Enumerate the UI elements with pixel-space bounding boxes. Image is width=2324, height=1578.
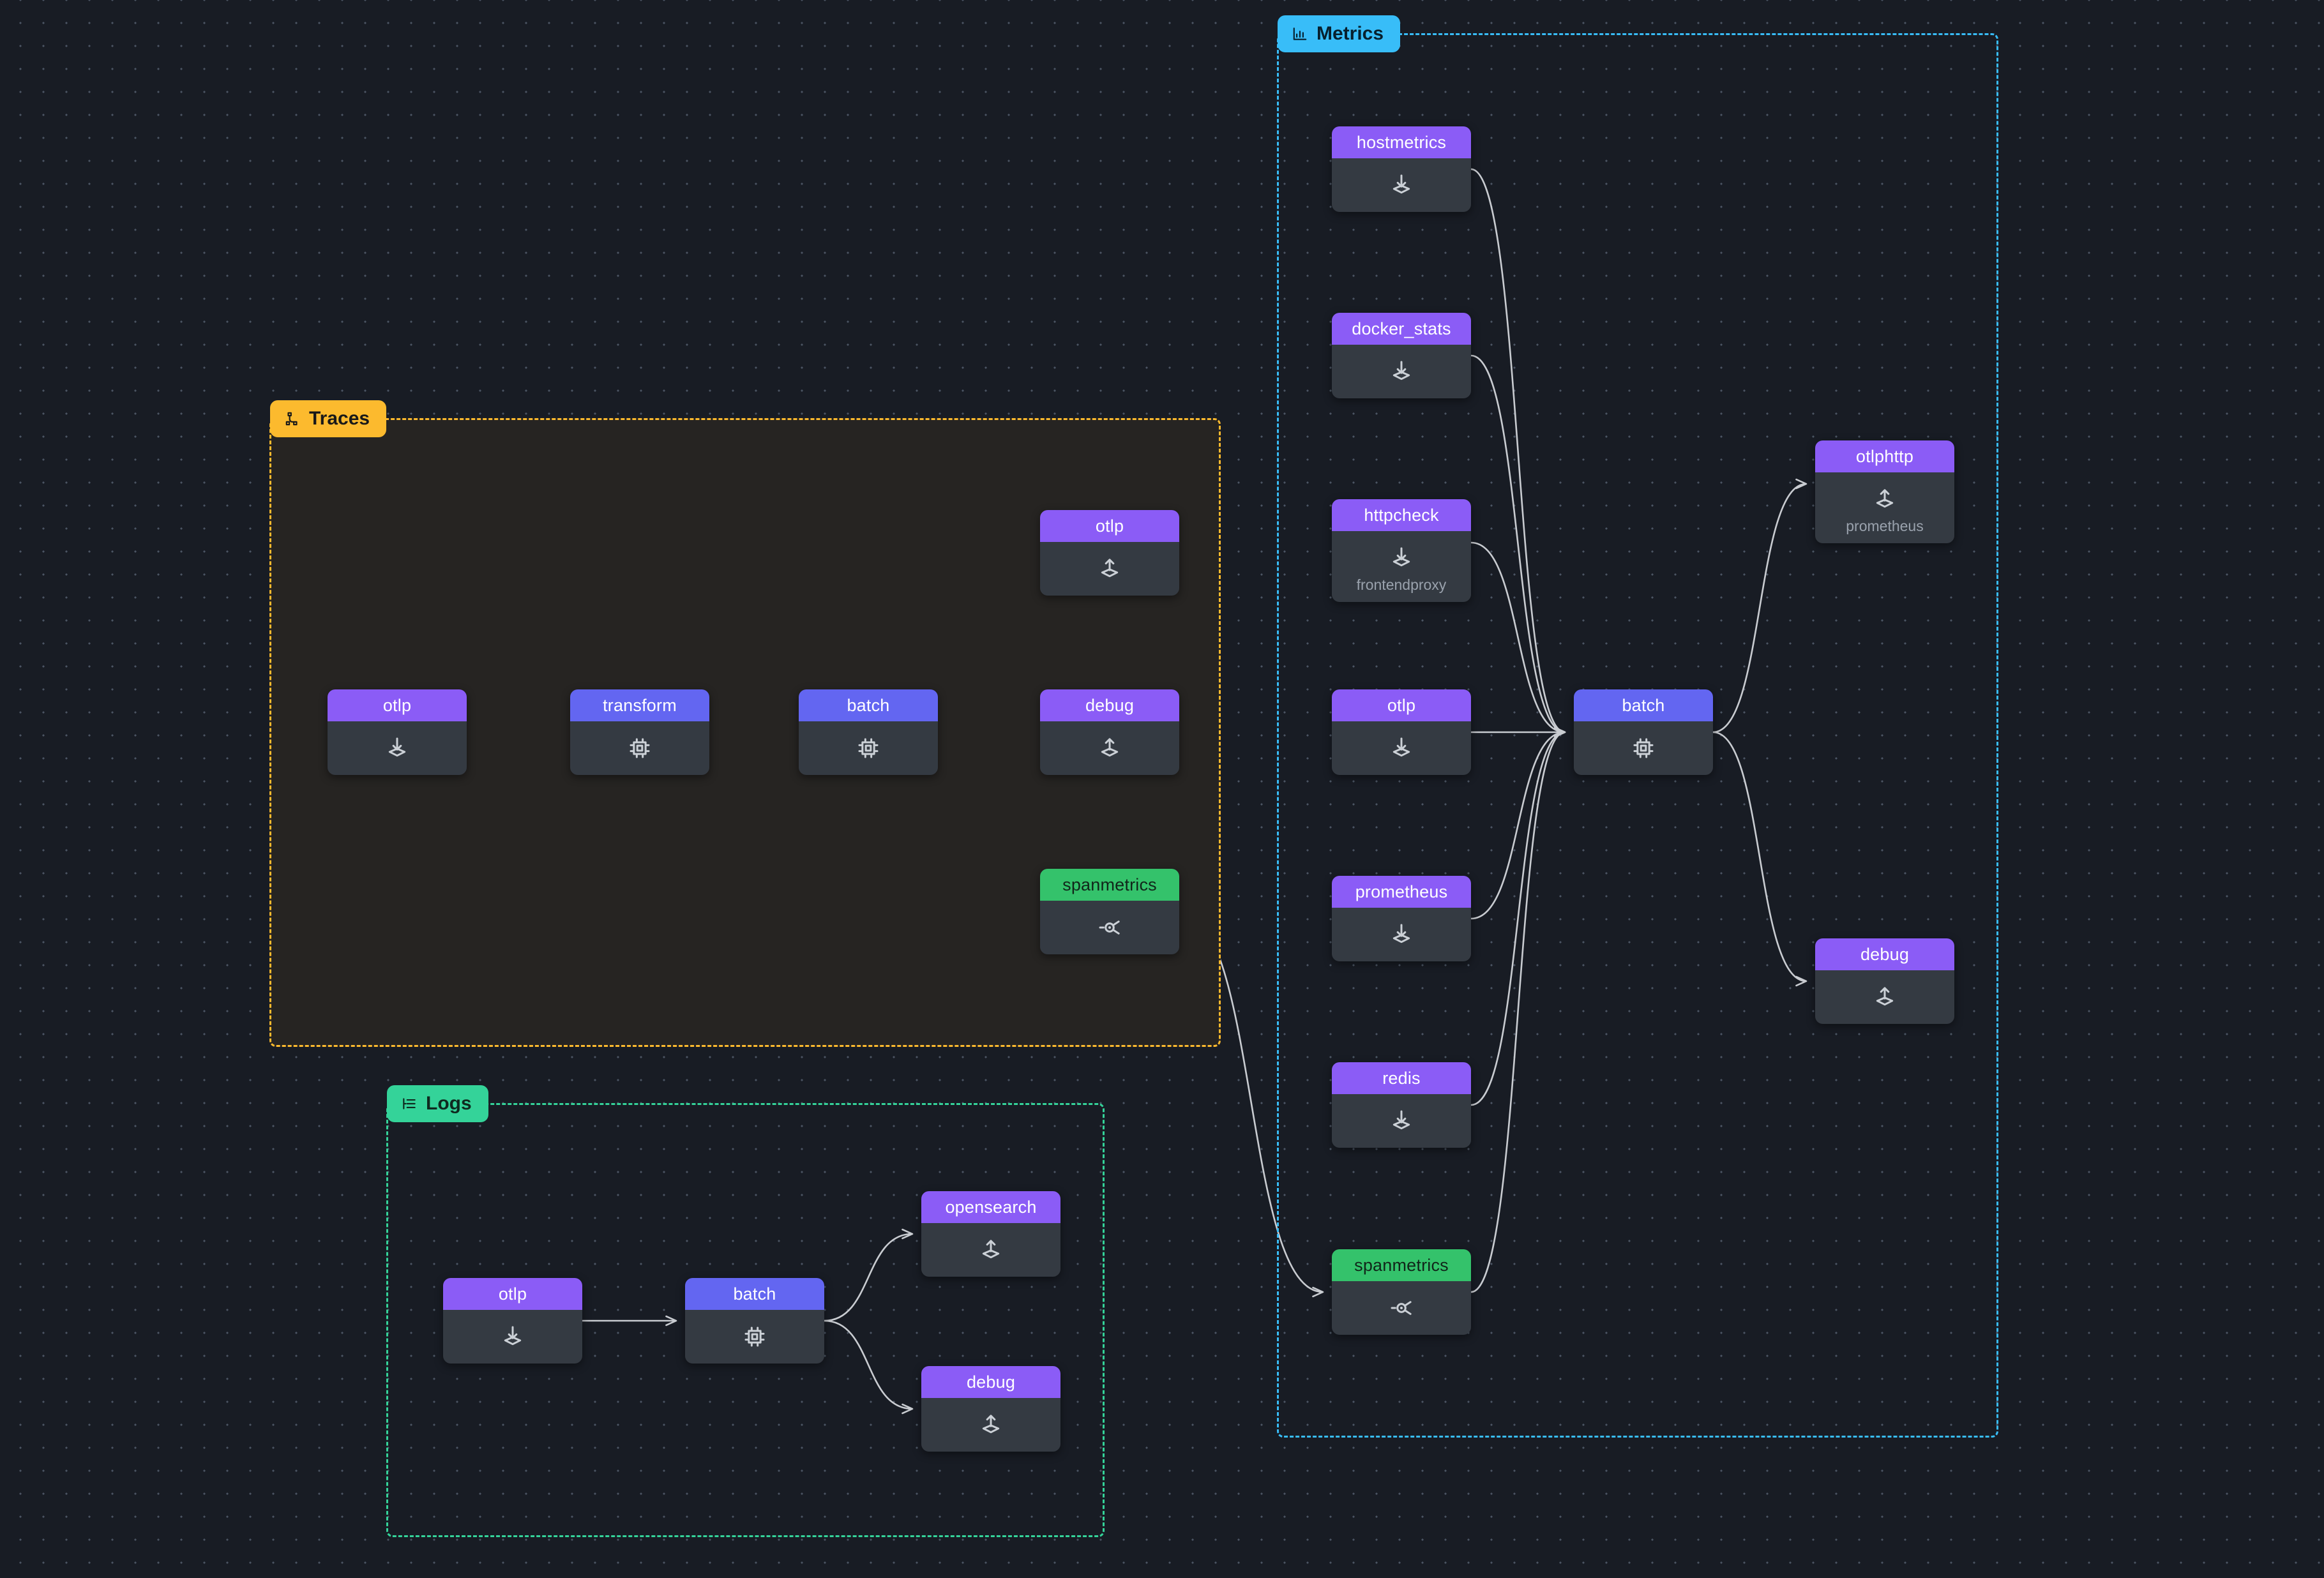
export-icon xyxy=(1097,556,1122,582)
node-title: spanmetrics xyxy=(1040,869,1179,901)
chip-icon xyxy=(856,735,881,761)
node-body xyxy=(1815,970,1954,1024)
node-title: transform xyxy=(570,689,709,721)
import-icon xyxy=(1389,735,1414,761)
pipeline-label-text: Traces xyxy=(309,409,370,428)
node-m-spanmetrics[interactable]: spanmetrics xyxy=(1332,1249,1471,1335)
node-m-redis[interactable]: redis xyxy=(1332,1062,1471,1148)
node-body xyxy=(1332,158,1471,212)
node-title: spanmetrics xyxy=(1332,1249,1471,1281)
node-title: batch xyxy=(685,1278,824,1310)
node-body xyxy=(1332,1094,1471,1148)
node-traces-debug[interactable]: debug xyxy=(1040,689,1179,775)
export-icon xyxy=(1097,735,1122,761)
node-body xyxy=(443,1310,582,1364)
node-title: batch xyxy=(1574,689,1713,721)
node-m-debug[interactable]: debug xyxy=(1815,938,1954,1024)
node-traces-transform[interactable]: transform xyxy=(570,689,709,775)
node-title: prometheus xyxy=(1332,876,1471,908)
pipeline-label-traces[interactable]: Traces xyxy=(270,400,386,437)
export-icon xyxy=(978,1237,1004,1263)
node-title: debug xyxy=(1815,938,1954,970)
logs-icon xyxy=(401,1095,418,1112)
node-body xyxy=(1332,721,1471,775)
node-m-docker[interactable]: docker_stats xyxy=(1332,313,1471,398)
node-subtitle: prometheus xyxy=(1846,518,1923,534)
metrics-icon xyxy=(1292,26,1308,42)
node-traces-spanmetrics[interactable]: spanmetrics xyxy=(1040,869,1179,954)
node-title: docker_stats xyxy=(1332,313,1471,345)
import-icon xyxy=(500,1324,525,1349)
import-icon xyxy=(1389,922,1414,947)
node-body: prometheus xyxy=(1815,472,1954,543)
node-m-otlphttp[interactable]: otlphttp prometheus xyxy=(1815,440,1954,543)
export-icon xyxy=(1872,984,1898,1010)
pipeline-label-logs[interactable]: Logs xyxy=(387,1085,488,1122)
node-subtitle: frontendproxy xyxy=(1357,577,1447,593)
node-title: debug xyxy=(921,1366,1060,1398)
traces-icon xyxy=(284,410,301,427)
connector-icon xyxy=(1097,915,1122,940)
node-body xyxy=(1040,721,1179,775)
node-title: otlphttp xyxy=(1815,440,1954,472)
node-title: debug xyxy=(1040,689,1179,721)
node-m-otlp[interactable]: otlp xyxy=(1332,689,1471,775)
node-body: frontendproxy xyxy=(1332,531,1471,602)
node-body xyxy=(1040,901,1179,954)
export-icon xyxy=(1872,486,1898,512)
node-title: otlp xyxy=(1040,510,1179,542)
import-icon xyxy=(1389,359,1414,384)
pipeline-canvas[interactable]: Traces Logs Metrics otlp transform batch otlp… xyxy=(0,0,2324,1578)
node-body xyxy=(1332,1281,1471,1335)
chip-icon xyxy=(1631,735,1656,761)
node-title: hostmetrics xyxy=(1332,126,1471,158)
import-icon xyxy=(1389,1108,1414,1134)
chip-icon xyxy=(627,735,653,761)
node-title: batch xyxy=(799,689,938,721)
node-body xyxy=(1040,542,1179,596)
node-body xyxy=(799,721,938,775)
node-logs-opensearch[interactable]: opensearch xyxy=(921,1191,1060,1277)
node-logs-debug[interactable]: debug xyxy=(921,1366,1060,1452)
node-traces-batch[interactable]: batch xyxy=(799,689,938,775)
node-title: otlp xyxy=(328,689,467,721)
node-body xyxy=(328,721,467,775)
import-icon xyxy=(384,735,410,761)
pipeline-label-text: Logs xyxy=(426,1094,472,1113)
node-title: otlp xyxy=(443,1278,582,1310)
node-m-batch[interactable]: batch xyxy=(1574,689,1713,775)
node-body xyxy=(685,1310,824,1364)
node-m-prometheus[interactable]: prometheus xyxy=(1332,876,1471,961)
node-traces-otlp-exp[interactable]: otlp xyxy=(1040,510,1179,596)
node-title: opensearch xyxy=(921,1191,1060,1223)
node-body xyxy=(1332,345,1471,398)
node-body xyxy=(921,1223,1060,1277)
import-icon xyxy=(1389,545,1414,571)
node-title: otlp xyxy=(1332,689,1471,721)
node-body xyxy=(1574,721,1713,775)
chip-icon xyxy=(742,1324,767,1349)
node-body xyxy=(1332,908,1471,961)
pipeline-label-text: Metrics xyxy=(1317,24,1384,43)
node-m-httpcheck[interactable]: httpcheck frontendproxy xyxy=(1332,499,1471,602)
export-icon xyxy=(978,1412,1004,1438)
node-traces-otlp[interactable]: otlp xyxy=(328,689,467,775)
import-icon xyxy=(1389,172,1414,198)
node-body xyxy=(570,721,709,775)
connector-icon xyxy=(1389,1295,1414,1321)
node-logs-batch[interactable]: batch xyxy=(685,1278,824,1364)
node-logs-otlp[interactable]: otlp xyxy=(443,1278,582,1364)
node-m-hostmetrics[interactable]: hostmetrics xyxy=(1332,126,1471,212)
node-title: redis xyxy=(1332,1062,1471,1094)
node-body xyxy=(921,1398,1060,1452)
node-title: httpcheck xyxy=(1332,499,1471,531)
pipeline-label-metrics[interactable]: Metrics xyxy=(1278,15,1400,52)
